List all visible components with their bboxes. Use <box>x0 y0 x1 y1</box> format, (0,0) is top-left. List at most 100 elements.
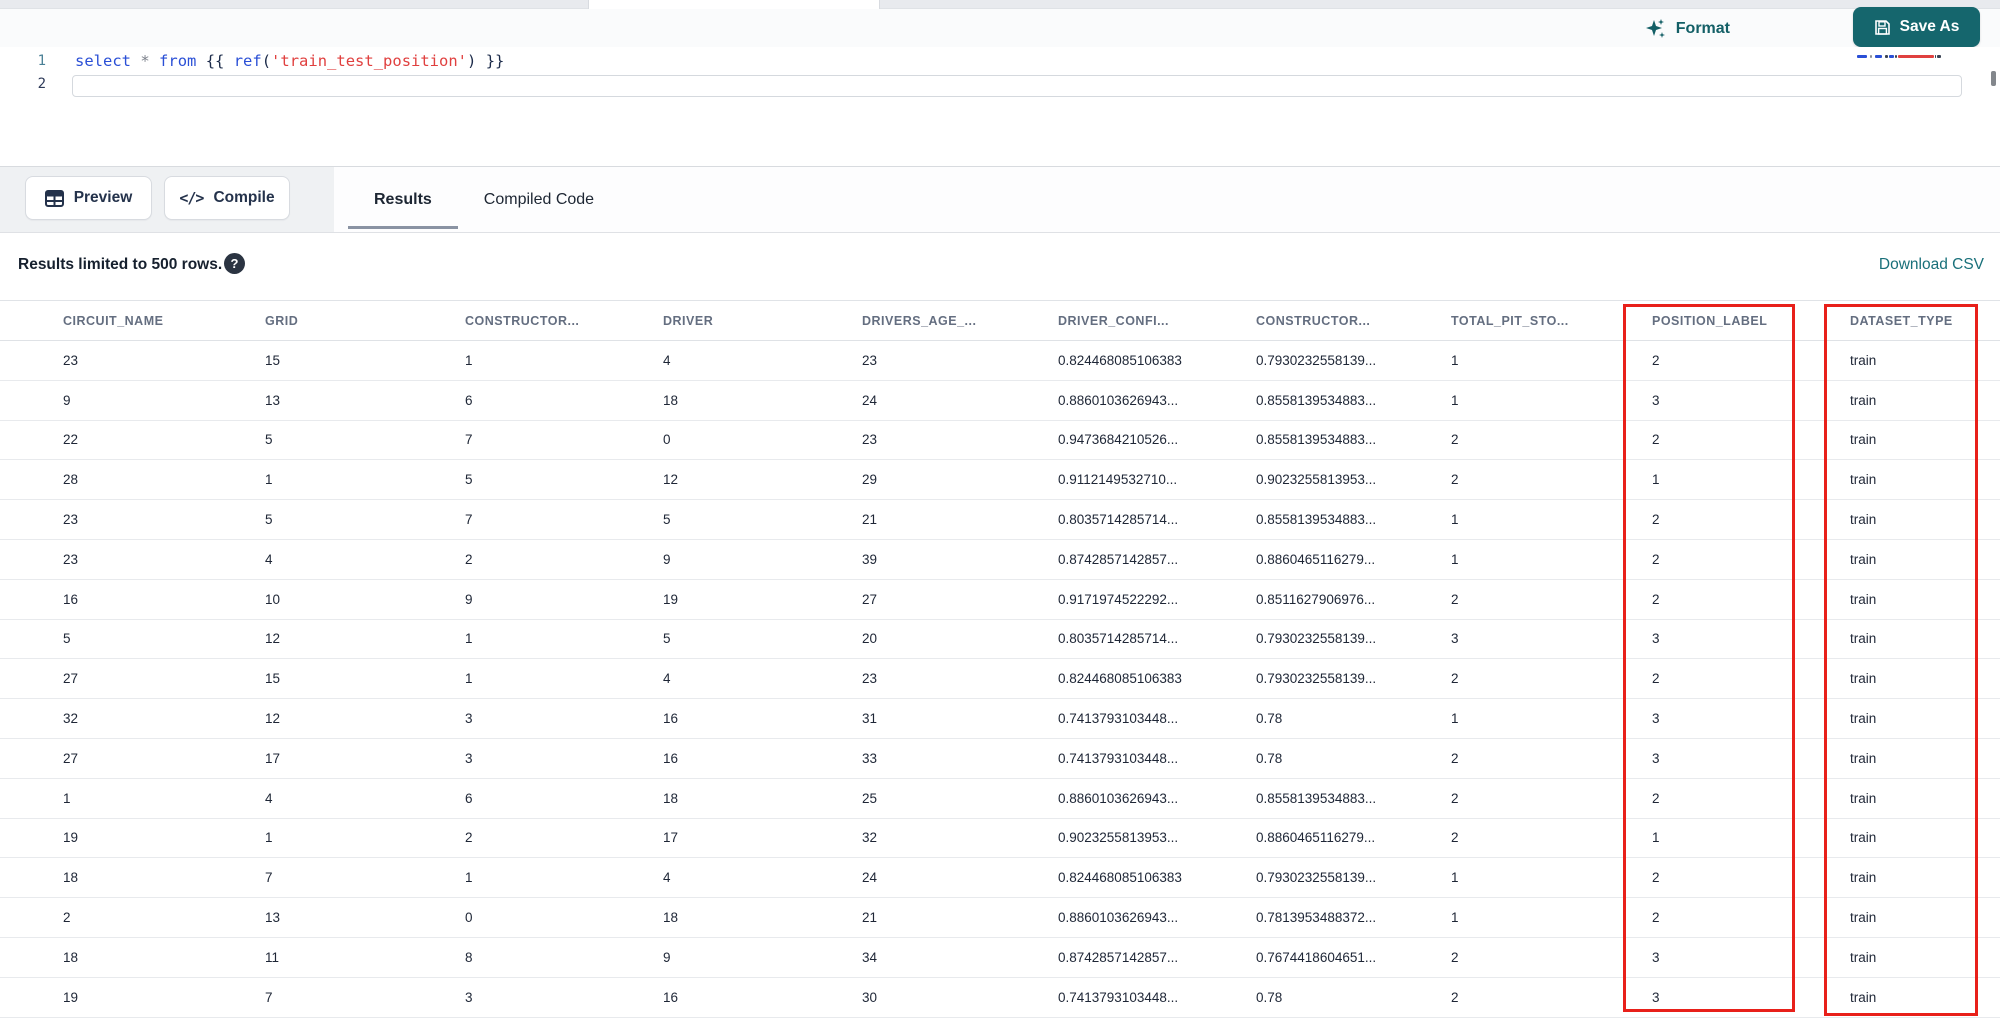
editor-toolbar: Format Save As <box>0 7 2000 47</box>
table-cell: 18 <box>63 870 79 886</box>
table-cell: 12 <box>265 631 281 647</box>
table-cell: 13 <box>265 910 281 926</box>
sql-code-line[interactable]: select * from {{ ref('train_test_positio… <box>75 50 504 73</box>
table-cell: 0.8860103626943... <box>1058 392 1179 408</box>
table-cell: 19 <box>63 989 79 1005</box>
save-as-label: Save As <box>1899 18 1960 35</box>
help-icon[interactable]: ? <box>224 253 245 274</box>
table-cell: 3 <box>1652 392 1660 408</box>
table-cell: 39 <box>862 551 878 567</box>
format-button[interactable]: Format <box>1645 15 1730 43</box>
table-cell: 23 <box>862 432 878 448</box>
table-cell: 24 <box>862 392 878 408</box>
column-header-drivers-age: DRIVERS_AGE_... <box>862 313 977 328</box>
table-cell: 0.8035714285714... <box>1058 631 1179 647</box>
table-cell: 7 <box>465 512 473 528</box>
table-cell: 0.8860103626943... <box>1058 910 1179 926</box>
table-cell: 3 <box>465 989 473 1005</box>
column-header-dataset-type: DATASET_TYPE <box>1850 313 1953 328</box>
table-cell: 1 <box>1652 830 1660 846</box>
table-cell: 8 <box>465 949 473 965</box>
table-cell: 0.8035714285714... <box>1058 512 1179 528</box>
table-cell: 1 <box>1451 910 1459 926</box>
table-cell: train <box>1850 512 1877 528</box>
table-cell: 0.8558139534883... <box>1256 790 1377 806</box>
table-cell: 16 <box>63 591 79 607</box>
compile-button[interactable]: </> Compile <box>164 176 290 220</box>
table-cell: 0.7930232558139... <box>1256 870 1377 886</box>
sql-ide-screen: Format Save As 1 2 select * from {{ ref(… <box>0 0 2000 1020</box>
table-row: 2 13 0 18 21 0.8860103626943... 0.781395348837… <box>0 898 2000 938</box>
minimap-token <box>1889 54 1895 58</box>
column-header-driver: DRIVER <box>663 313 714 328</box>
editor-active-line[interactable] <box>72 75 1962 97</box>
table-cell: 0.8860103626943... <box>1058 790 1179 806</box>
action-bar: Preview </> Compile Results Compiled Cod… <box>0 166 2000 233</box>
table-cell: 12 <box>663 472 679 488</box>
table-cell: 0.8860465116279... <box>1256 830 1376 846</box>
table-cell: 5 <box>465 472 473 488</box>
sql-token: {{ <box>205 52 234 70</box>
editor-minimap[interactable] <box>1857 52 1947 60</box>
download-csv-link[interactable]: Download CSV <box>1879 256 1984 274</box>
preview-button[interactable]: Preview <box>25 176 152 220</box>
column-header-grid: GRID <box>265 313 299 328</box>
table-row: 18 7 1 4 24 0.824468085106383 0.7930232558139.… <box>0 858 2000 899</box>
tab-compiled-code[interactable]: Compiled Code <box>458 167 620 232</box>
table-cell: 2 <box>1652 591 1660 607</box>
table-cell: 0.9473684210526... <box>1058 432 1179 448</box>
tab-results-label: Results <box>374 190 432 208</box>
table-cell: 1 <box>63 790 71 806</box>
minimap-token <box>1934 54 1937 58</box>
results-info-bar: Results limited to 500 rows. ? Download … <box>0 234 2000 300</box>
sql-token: from <box>159 52 197 70</box>
column-header-constructor: CONSTRUCTOR... <box>1256 313 1371 328</box>
table-cell: 18 <box>663 790 679 806</box>
table-cell: 7 <box>265 989 273 1005</box>
column-header-total-pit-sto: TOTAL_PIT_STO... <box>1451 313 1569 328</box>
minimap-token <box>1873 55 1874 58</box>
table-row: 23 15 1 4 23 0.824468085106383 0.7930232558139… <box>0 341 2000 381</box>
table-cell: 16 <box>663 711 679 727</box>
column-header-circuit-name: CIRCUIT_NAME <box>63 313 164 328</box>
tab-results[interactable]: Results <box>348 167 458 232</box>
table-cell: 2 <box>63 910 71 926</box>
editor-scrollbar-thumb[interactable] <box>1991 71 1996 86</box>
table-cell: 7 <box>465 432 473 448</box>
table-cell: train <box>1850 790 1877 806</box>
table-cell: 0.7930232558139... <box>1256 631 1377 647</box>
save-as-button[interactable]: Save As <box>1853 7 1980 47</box>
table-cell: 15 <box>265 671 281 687</box>
table-cell: 1 <box>1652 472 1660 488</box>
table-cell: 0.7813953488372... <box>1256 910 1377 926</box>
results-limit-text: Results limited to 500 rows. <box>18 256 223 273</box>
table-cell: 1 <box>1451 551 1459 567</box>
table-cell: 0.8511627906976... <box>1256 591 1376 607</box>
table-cell: 2 <box>1451 591 1459 607</box>
compile-label: Compile <box>213 189 275 206</box>
table-cell: 2 <box>1652 671 1660 687</box>
table-cell: 1 <box>1451 392 1459 408</box>
table-cell: 23 <box>862 671 878 687</box>
table-cell: 18 <box>63 949 79 965</box>
table-cell: 0.824468085106383 <box>1058 870 1182 886</box>
results-table: CIRCUIT_NAME GRID CONSTRUCTOR... DRIVER DRIV… <box>0 300 2000 1018</box>
preview-label: Preview <box>73 189 133 206</box>
table-cell: 4 <box>663 870 671 886</box>
table-cell: 3 <box>465 750 473 766</box>
table-cell: 0.78 <box>1256 750 1283 766</box>
table-cell: train <box>1850 870 1877 886</box>
table-cell: 4 <box>265 551 273 567</box>
active-file-tab[interactable] <box>588 0 880 9</box>
table-cell: 17 <box>265 750 281 766</box>
table-cell: train <box>1850 472 1877 488</box>
table-cell: 22 <box>63 432 79 448</box>
results-tabs: Results Compiled Code <box>348 167 620 232</box>
table-cell: train <box>1850 432 1877 448</box>
table-cell: 0 <box>465 910 473 926</box>
table-cell: 2 <box>1451 750 1459 766</box>
table-cell: 0.824468085106383 <box>1058 671 1182 687</box>
table-cell: train <box>1850 750 1877 766</box>
sql-editor[interactable]: 1 2 select * from {{ ref('train_test_pos… <box>0 47 2000 166</box>
sql-token: }} <box>476 52 505 70</box>
